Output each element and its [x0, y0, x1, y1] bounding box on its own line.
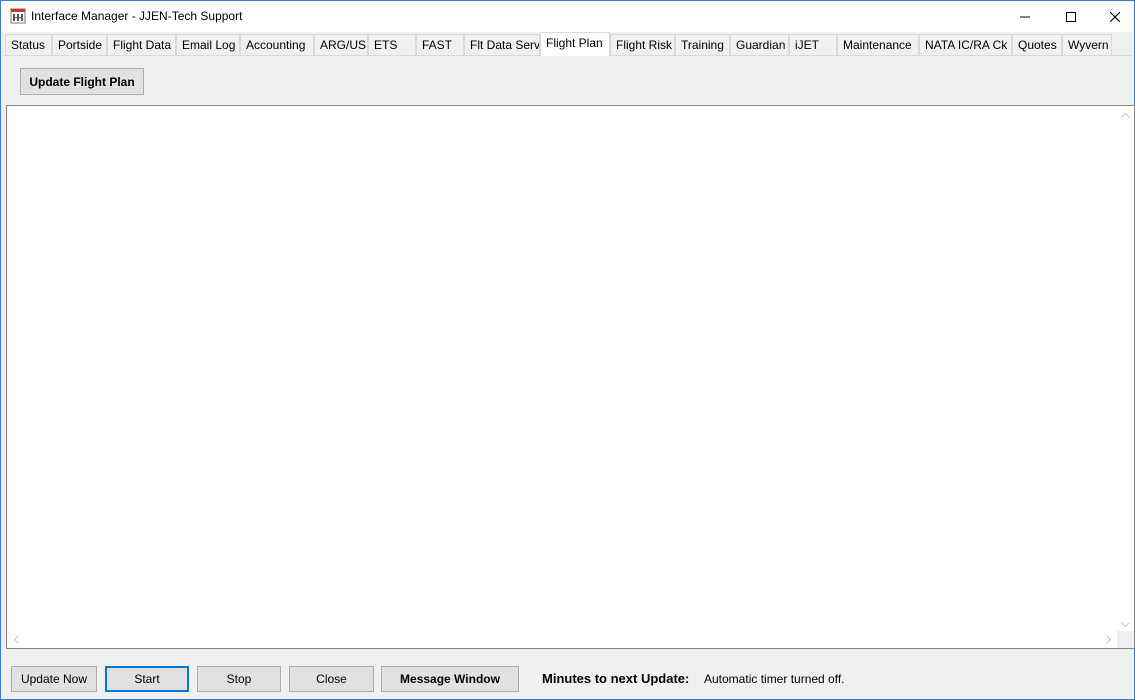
- start-button[interactable]: Start: [105, 666, 189, 692]
- tab-accounting[interactable]: Accounting: [240, 34, 314, 55]
- horizontal-scrollbar[interactable]: [7, 631, 1117, 648]
- close-button[interactable]: Close: [289, 666, 374, 692]
- timer-status-text: Automatic timer turned off.: [704, 672, 845, 686]
- flight-plan-log-area[interactable]: [6, 105, 1135, 649]
- app-icon[interactable]: [10, 8, 26, 24]
- minimize-button[interactable]: [1002, 1, 1048, 32]
- tab-arg-us[interactable]: ARG/US: [314, 34, 368, 55]
- scroll-up-icon[interactable]: [1117, 106, 1134, 123]
- tab-portside[interactable]: Portside: [52, 34, 107, 55]
- vertical-scrollbar[interactable]: [1117, 106, 1134, 633]
- minutes-to-next-update-label: Minutes to next Update:: [542, 671, 690, 686]
- title-bar[interactable]: Interface Manager - JJEN-Tech Support: [1, 1, 1134, 32]
- tab-ijet[interactable]: iJET: [789, 34, 837, 55]
- tab-strip: Status Portside Flight Data Email Log Ac…: [3, 32, 1132, 56]
- tab-quotes[interactable]: Quotes: [1012, 34, 1062, 55]
- tab-training[interactable]: Training: [675, 34, 730, 55]
- tab-maintenance[interactable]: Maintenance: [837, 34, 919, 55]
- tab-guardian[interactable]: Guardian: [730, 34, 789, 55]
- tab-flight-risk[interactable]: Flight Risk: [610, 34, 675, 55]
- scroll-left-icon[interactable]: [7, 631, 24, 648]
- close-icon: [1110, 11, 1120, 22]
- tab-flt-data-serv[interactable]: Flt Data Serv: [464, 34, 540, 55]
- message-window-button[interactable]: Message Window: [381, 666, 519, 692]
- scrollbar-corner: [1117, 631, 1134, 648]
- scroll-right-icon[interactable]: [1100, 631, 1117, 648]
- tab-wyvern[interactable]: Wyvern: [1062, 34, 1112, 55]
- tab-nata-ic-ra-ck[interactable]: NATA IC/RA Ck: [919, 34, 1012, 55]
- window-title: Interface Manager - JJEN-Tech Support: [31, 9, 243, 23]
- minimize-icon: [1020, 12, 1030, 22]
- close-window-button[interactable]: [1092, 1, 1135, 32]
- tab-flight-plan[interactable]: Flight Plan: [540, 32, 610, 56]
- tab-flight-data[interactable]: Flight Data: [107, 34, 176, 55]
- update-flight-plan-button[interactable]: Update Flight Plan: [20, 68, 144, 95]
- tab-email-log[interactable]: Email Log: [176, 34, 240, 55]
- tab-fast[interactable]: FAST: [416, 34, 464, 55]
- maximize-icon: [1066, 11, 1076, 22]
- stop-button[interactable]: Stop: [197, 666, 281, 692]
- maximize-button[interactable]: [1048, 1, 1094, 32]
- tab-ets[interactable]: ETS: [368, 34, 416, 55]
- tab-status[interactable]: Status: [5, 34, 52, 55]
- update-now-button[interactable]: Update Now: [11, 666, 97, 692]
- app-window: Interface Manager - JJEN-Tech Support St…: [0, 0, 1135, 700]
